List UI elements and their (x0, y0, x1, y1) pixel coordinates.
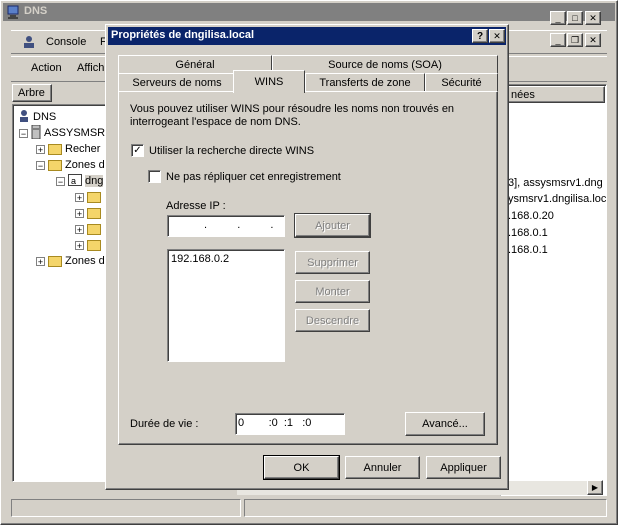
cancel-button[interactable]: Annuler (345, 456, 420, 479)
tree-subfolder[interactable]: + (75, 205, 104, 221)
tab-soa[interactable]: Source de noms (SOA) (272, 55, 498, 73)
no-replicate-label: Ne pas répliquer cet enregistrement (166, 170, 341, 183)
folder-icon (87, 239, 101, 251)
wins-lookup-checkbox[interactable]: ✓ (131, 144, 144, 157)
folder-icon (48, 143, 62, 155)
tree-node-zones-forward[interactable]: − Zones d (36, 157, 105, 173)
ip-list-item[interactable]: 192.168.0.2 (171, 253, 229, 265)
list-value: .168.0.1 (508, 227, 548, 239)
child-minimize-button[interactable]: _ (550, 33, 566, 47)
folder-open-icon (48, 159, 62, 171)
collapse-icon[interactable]: − (36, 160, 45, 170)
minimize-button[interactable]: _ (550, 11, 566, 25)
folder-icon (87, 207, 101, 219)
main-window-title: DNS (24, 5, 48, 17)
ttl-input[interactable]: 0 :0 :1 :0 (235, 413, 345, 435)
tree-subfolder[interactable]: + (75, 189, 104, 205)
tree-node-zones-reverse[interactable]: + Zones d (36, 253, 105, 269)
wins-description: Vous pouvez utiliser WINS pour résoudre … (130, 103, 455, 128)
expand-icon[interactable]: + (75, 192, 84, 202)
tree-label-reverse: Recher (65, 143, 101, 155)
tab-wins[interactable]: WINS (233, 70, 305, 93)
no-replicate-row[interactable]: Ne pas répliquer cet enregistrement (148, 170, 341, 183)
collapse-icon[interactable]: − (56, 176, 65, 186)
toolbar-view-partial[interactable]: Affich (77, 62, 104, 74)
dns-node-icon (18, 109, 30, 125)
tree-subfolder[interactable]: + (75, 237, 104, 253)
tree-tab[interactable]: Arbre (12, 84, 52, 102)
status-bar-left (11, 499, 241, 517)
tree-node-reverse[interactable]: + Recher (36, 141, 100, 157)
no-replicate-checkbox[interactable] (148, 170, 161, 183)
ip-address-input[interactable]: . . . (167, 215, 285, 237)
tree-label-server: ASSYSMSR (44, 127, 106, 139)
console-menu-icon (22, 35, 36, 49)
list-value: 3], assysmsrv1.dng (508, 177, 603, 189)
wins-lookup-row[interactable]: ✓ Utiliser la recherche directe WINS (131, 144, 314, 157)
ip-list[interactable]: 192.168.0.2 (167, 249, 285, 362)
expand-icon[interactable]: + (75, 224, 84, 234)
tree-tab-label: Arbre (18, 87, 45, 99)
status-bar-right (244, 499, 607, 517)
main-titlebar (3, 3, 615, 21)
child-restore-button[interactable]: ❐ (567, 33, 583, 47)
child-close-button[interactable]: ✕ (585, 33, 601, 47)
list-value: .168.0.1 (508, 244, 548, 256)
move-up-button[interactable]: Monter (295, 280, 370, 303)
scroll-right-button[interactable]: ▶ (587, 480, 603, 495)
tree-node-dns[interactable]: DNS (18, 109, 56, 125)
folder-icon (48, 255, 62, 267)
dialog-close-button[interactable]: ✕ (489, 29, 505, 43)
toolbar-action[interactable]: Action (31, 62, 62, 74)
list-pane (500, 84, 607, 496)
tree-node-server[interactable]: − ASSYSMSR (19, 124, 106, 142)
collapse-icon[interactable]: − (19, 128, 28, 138)
ok-button[interactable]: OK (263, 455, 340, 480)
tab-name-servers[interactable]: Serveurs de noms (118, 73, 236, 92)
folder-icon (87, 191, 101, 203)
expand-icon[interactable]: + (75, 208, 84, 218)
expand-icon[interactable]: + (36, 144, 45, 154)
tree-node-zone-dng[interactable]: − a dng (56, 173, 104, 189)
dns-app-icon (6, 5, 20, 19)
tab-zone-transfers[interactable]: Transferts de zone (305, 73, 425, 92)
tree-subfolder[interactable]: + (75, 221, 104, 237)
list-value: .168.0.20 (508, 210, 554, 222)
column-header-label: nées (511, 89, 535, 101)
add-button[interactable]: Ajouter (294, 213, 371, 238)
remove-button[interactable]: Supprimer (295, 251, 370, 274)
ip-address-label: Adresse IP : (166, 200, 226, 212)
tab-security[interactable]: Sécurité (425, 73, 498, 92)
list-value: ysmsrv1.dngilisa.loc (508, 193, 607, 205)
column-header[interactable]: nées (502, 86, 605, 103)
maximize-button[interactable]: □ (567, 11, 583, 25)
help-button[interactable]: ? (472, 29, 488, 43)
expand-icon[interactable]: + (36, 256, 45, 266)
wins-lookup-label: Utiliser la recherche directe WINS (149, 144, 315, 157)
expand-icon[interactable]: + (75, 240, 84, 250)
tree-label-dng: dng (85, 175, 104, 187)
zone-icon: a (68, 173, 82, 189)
tree-label-dns: DNS (33, 111, 57, 123)
apply-button[interactable]: Appliquer (426, 456, 501, 479)
tree-label-zones-reverse: Zones d (65, 255, 105, 267)
move-down-button[interactable]: Descendre (295, 309, 370, 332)
menu-console[interactable]: Console (46, 36, 86, 48)
ttl-label: Durée de vie : (130, 418, 199, 430)
ttl-value: 0 :0 :1 :0 (238, 417, 312, 429)
ip-address-value: . . . (193, 219, 282, 231)
svg-text:a: a (71, 176, 76, 186)
folder-icon (87, 223, 101, 235)
advanced-button[interactable]: Avancé... (405, 412, 485, 436)
dialog-title: Propriétés de dngilisa.local (111, 29, 255, 41)
close-main-button[interactable]: ✕ (585, 11, 601, 25)
server-icon (31, 124, 41, 142)
tree-label-zones-forward: Zones d (65, 159, 105, 171)
